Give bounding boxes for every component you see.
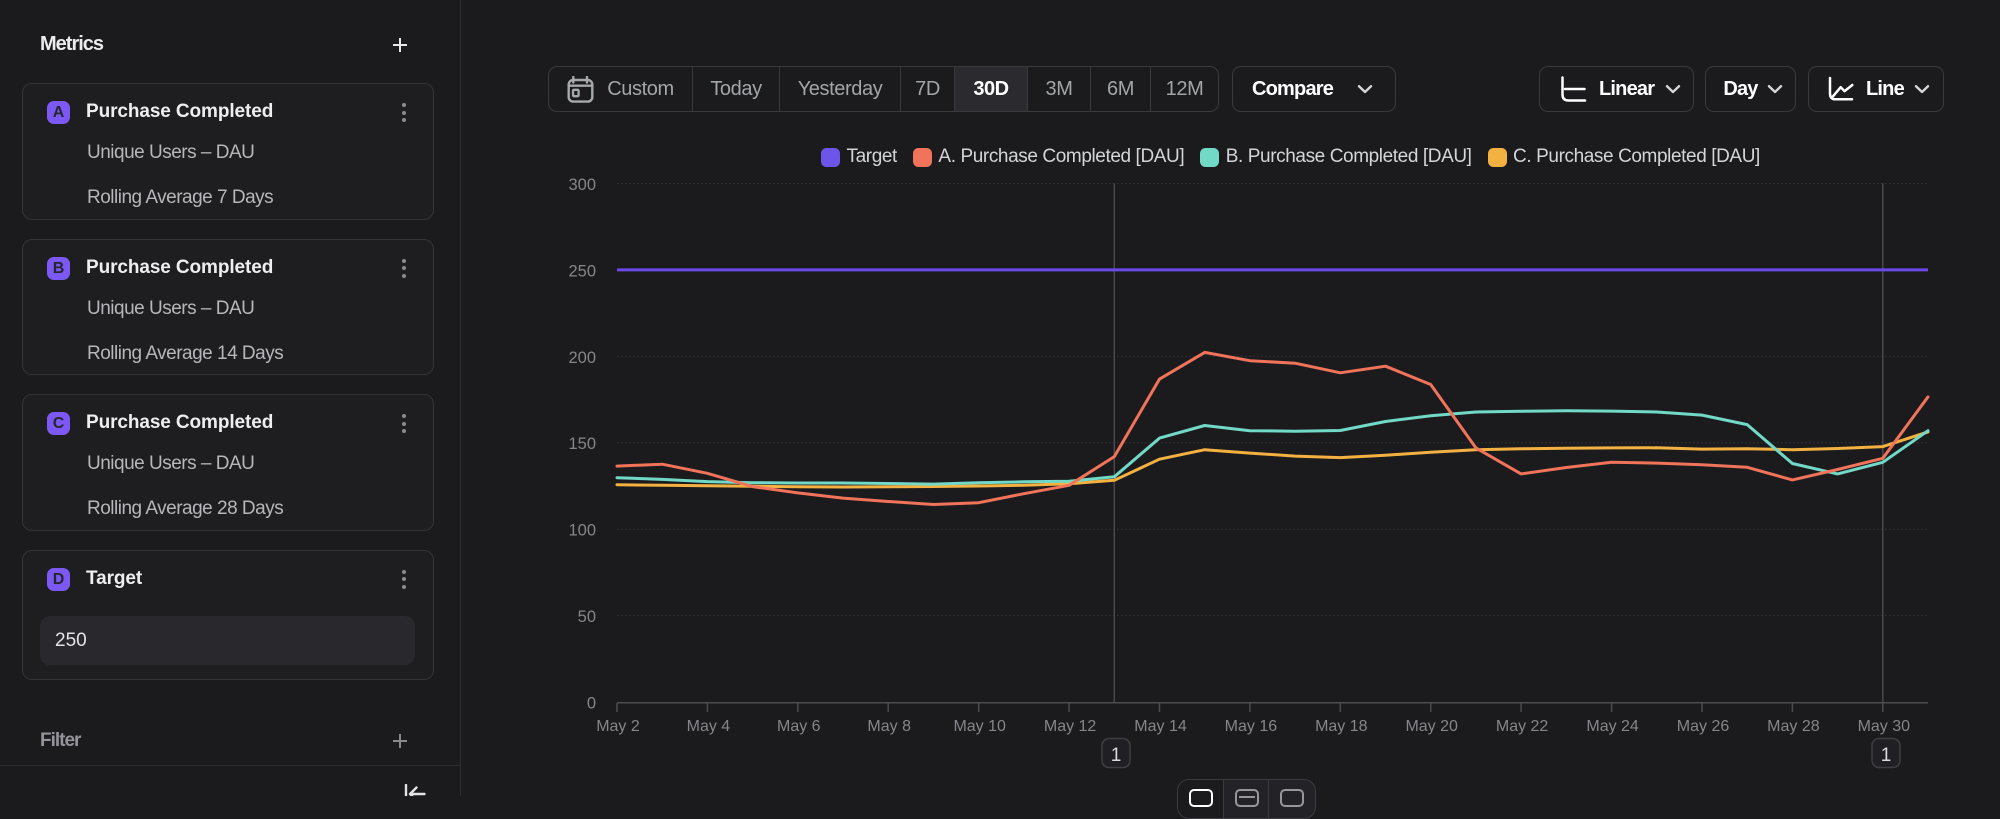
svg-text:May 10: May 10 bbox=[953, 718, 1006, 735]
svg-text:May 4: May 4 bbox=[687, 718, 731, 735]
svg-text:300: 300 bbox=[568, 176, 596, 194]
svg-text:1: 1 bbox=[1881, 745, 1892, 766]
svg-text:1: 1 bbox=[1111, 745, 1122, 766]
svg-text:May 2: May 2 bbox=[596, 718, 640, 735]
svg-text:May 30: May 30 bbox=[1858, 718, 1911, 735]
svg-text:May 22: May 22 bbox=[1496, 718, 1549, 735]
svg-text:150: 150 bbox=[568, 435, 596, 453]
svg-text:May 6: May 6 bbox=[777, 718, 821, 735]
svg-text:0: 0 bbox=[587, 694, 596, 712]
svg-text:May 28: May 28 bbox=[1767, 718, 1820, 735]
svg-text:May 8: May 8 bbox=[867, 718, 911, 735]
svg-text:May 18: May 18 bbox=[1315, 718, 1368, 735]
svg-text:May 14: May 14 bbox=[1134, 718, 1187, 735]
svg-text:May 12: May 12 bbox=[1044, 718, 1097, 735]
svg-text:200: 200 bbox=[568, 349, 596, 367]
svg-text:250: 250 bbox=[568, 262, 596, 280]
svg-text:May 20: May 20 bbox=[1405, 718, 1458, 735]
svg-text:100: 100 bbox=[568, 522, 596, 540]
svg-text:May 26: May 26 bbox=[1677, 718, 1730, 735]
svg-text:May 16: May 16 bbox=[1225, 718, 1278, 735]
svg-text:50: 50 bbox=[578, 608, 596, 626]
svg-text:May 24: May 24 bbox=[1586, 718, 1639, 735]
